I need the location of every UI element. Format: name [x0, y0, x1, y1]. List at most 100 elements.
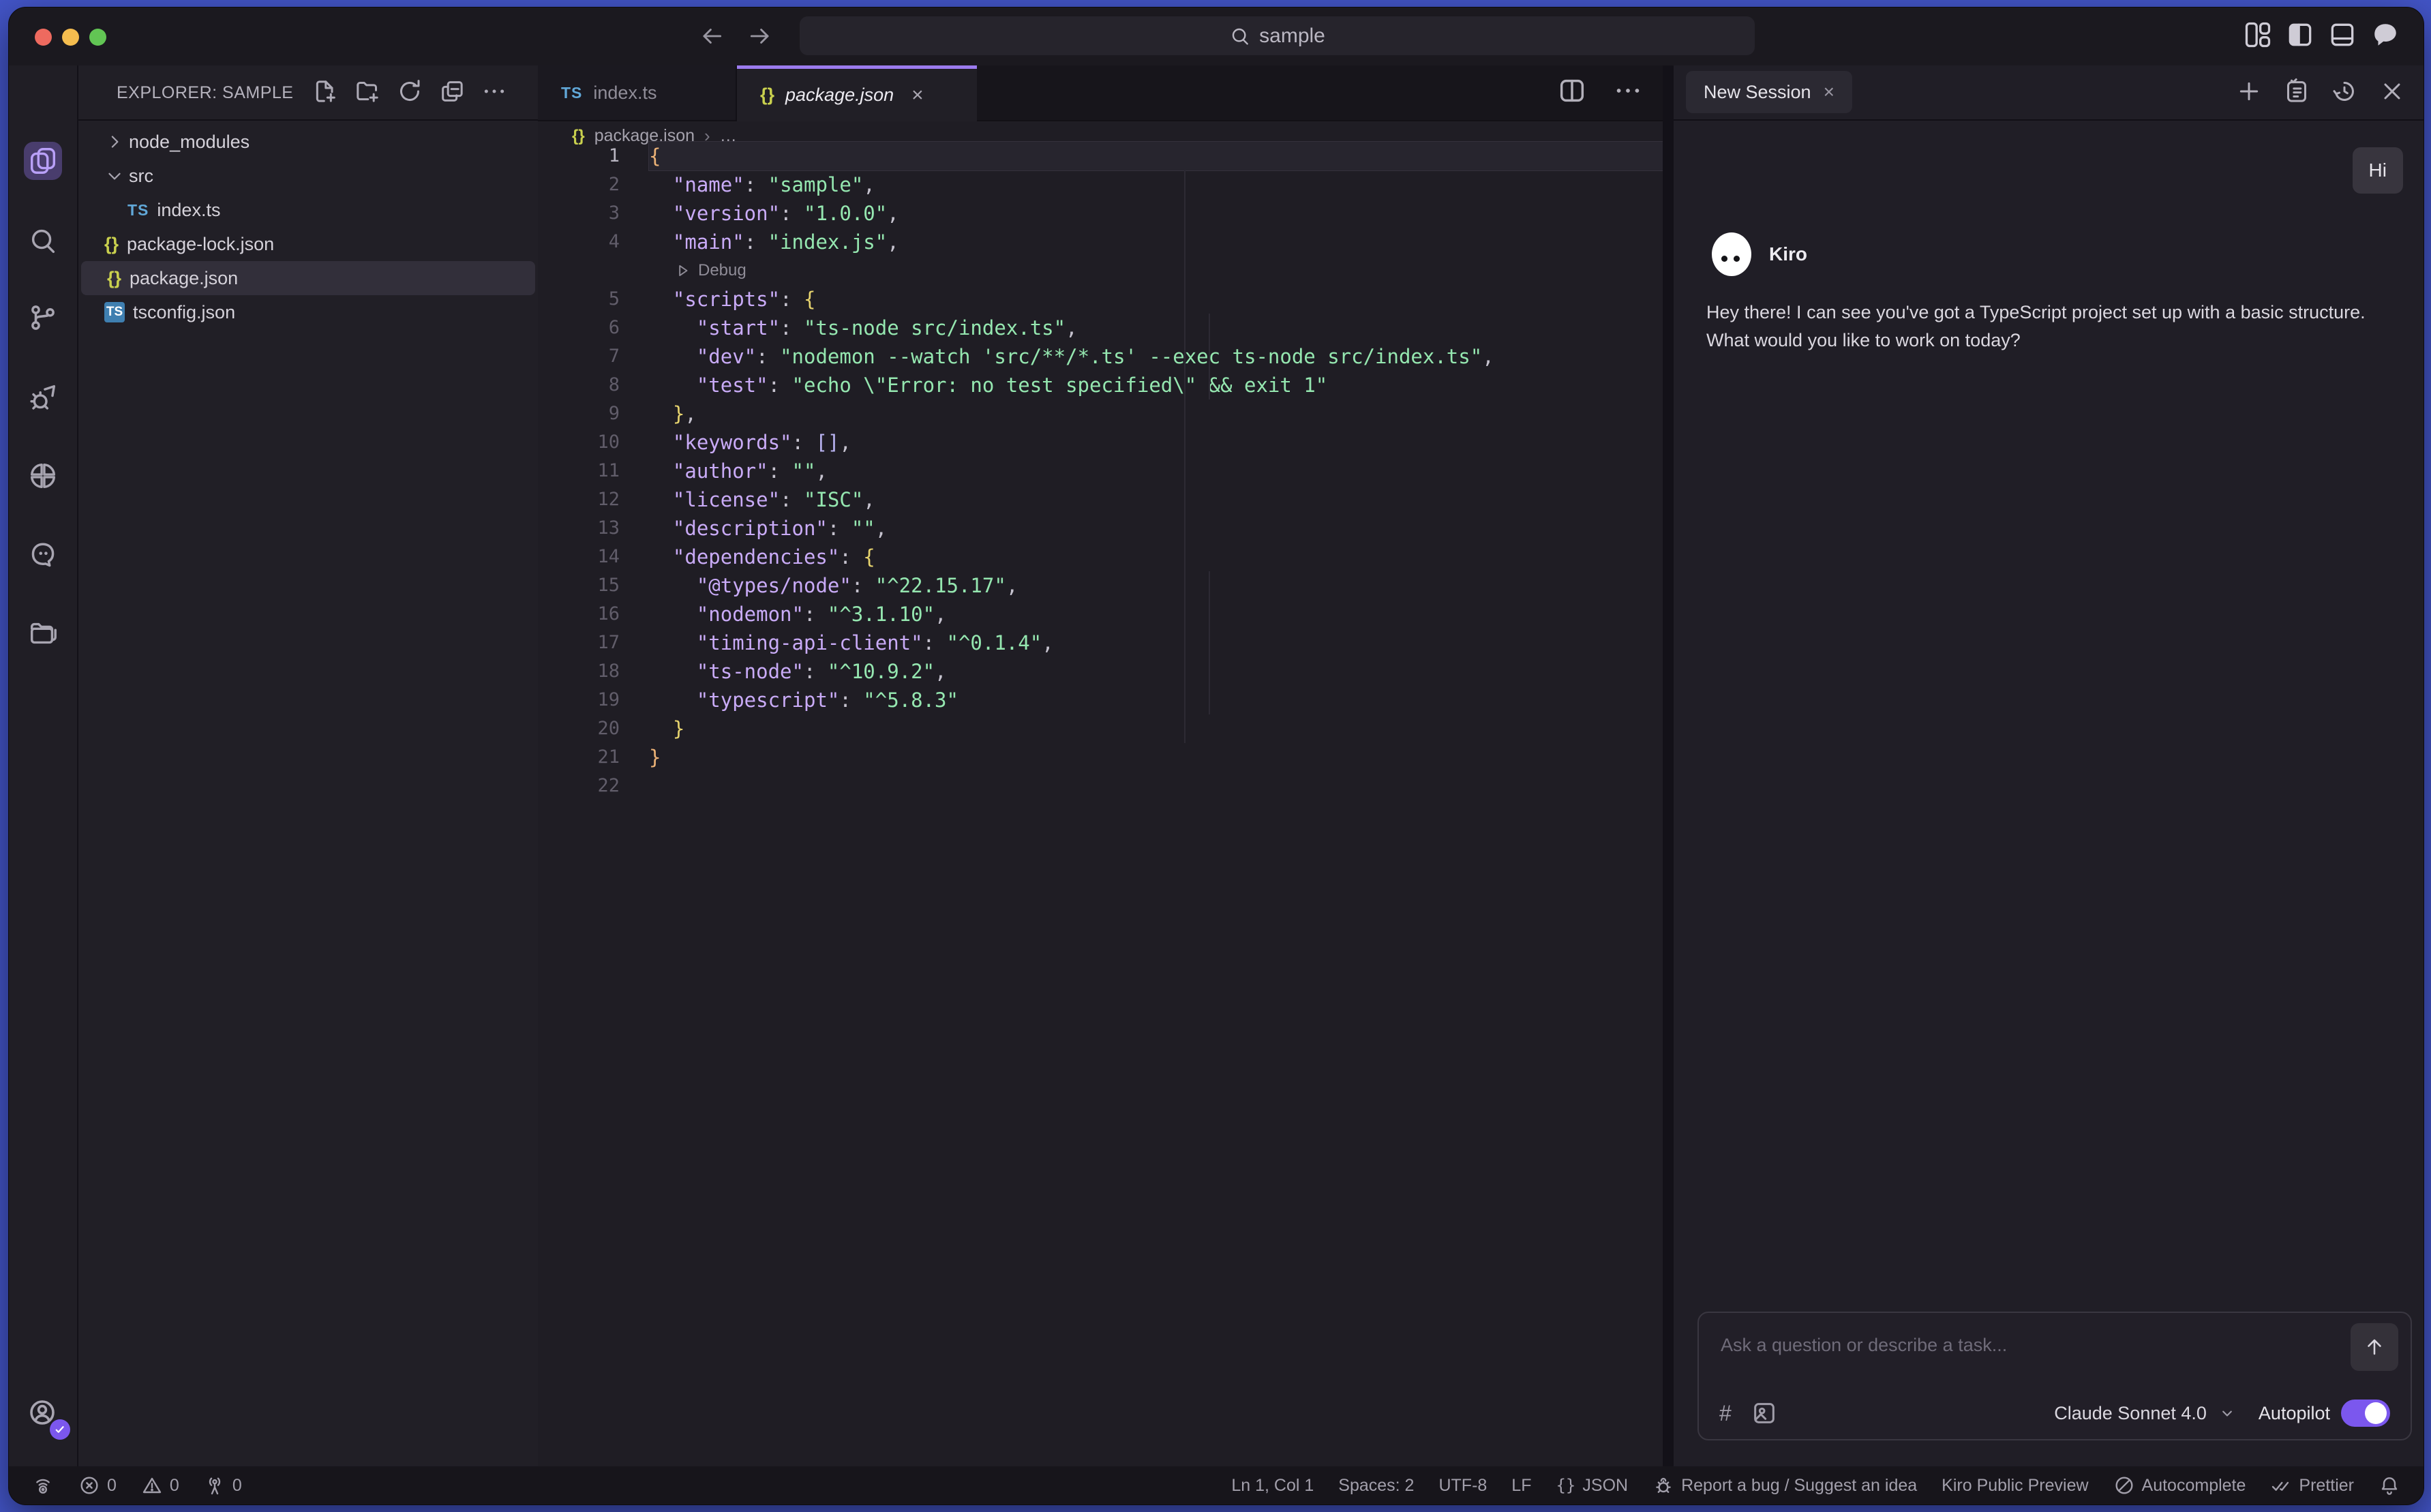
- chevron-down-icon[interactable]: [2218, 1404, 2237, 1423]
- code-line[interactable]: 11 "author": "",: [538, 457, 1663, 485]
- tab-index.ts[interactable]: TSindex.ts: [538, 65, 737, 120]
- history-button[interactable]: [2331, 78, 2358, 105]
- tree-item-tsconfig.json[interactable]: TStsconfig.json: [78, 295, 538, 329]
- autopilot-toggle[interactable]: [2341, 1400, 2390, 1427]
- code-line[interactable]: 8 "test": "echo \"Error: no test specifi…: [538, 371, 1663, 399]
- toggle-sidebar-button[interactable]: [2284, 19, 2316, 50]
- traffic-close-button[interactable]: [35, 29, 52, 46]
- line-number: 7: [538, 342, 620, 371]
- code-line[interactable]: 17 "timing-api-client": "^0.1.4",: [538, 629, 1663, 657]
- traffic-minimize-button[interactable]: [62, 29, 79, 46]
- code-line[interactable]: 3 "version": "1.0.0",: [538, 199, 1663, 228]
- new-session-button[interactable]: [2235, 78, 2263, 105]
- code-line[interactable]: 9 },: [538, 399, 1663, 428]
- tsconfig-file-icon: TS: [104, 302, 125, 322]
- tree-item-src[interactable]: src: [78, 159, 538, 193]
- status-label: UTF-8: [1438, 1476, 1487, 1496]
- traffic-zoom-button[interactable]: [89, 29, 106, 46]
- code-line[interactable]: 2 "name": "sample",: [538, 170, 1663, 199]
- debug-codelens[interactable]: Debug: [649, 256, 1663, 285]
- model-selector[interactable]: Claude Sonnet 4.0: [2054, 1403, 2207, 1424]
- status-indentation[interactable]: Spaces: 2: [1338, 1476, 1414, 1496]
- activity-search[interactable]: [24, 222, 62, 260]
- code-line[interactable]: 21}: [538, 743, 1663, 772]
- code-line[interactable]: 10 "keywords": [],: [538, 428, 1663, 457]
- forward-button[interactable]: [746, 22, 774, 50]
- status-ports-count[interactable]: 0: [204, 1475, 242, 1496]
- tree-item-index.ts[interactable]: TSindex.ts: [78, 193, 538, 227]
- status-prettier[interactable]: Prettier: [2270, 1475, 2354, 1496]
- sidebar-layout-icon: [2285, 20, 2315, 50]
- double-check-icon: [2270, 1475, 2292, 1496]
- activity-extensions[interactable]: [24, 457, 62, 495]
- refresh-button[interactable]: [396, 78, 423, 105]
- code-line[interactable]: 4 "main": "index.js",: [538, 228, 1663, 256]
- status-notifications[interactable]: [2379, 1475, 2400, 1496]
- new-file-button[interactable]: [312, 78, 339, 105]
- code-line[interactable]: 15 "@types/node": "^22.15.17",: [538, 571, 1663, 600]
- codelens-row[interactable]: Debug: [538, 256, 1663, 285]
- code-line[interactable]: 22: [538, 772, 1663, 800]
- status-warnings-count[interactable]: 0: [141, 1475, 179, 1496]
- send-button[interactable]: [2351, 1323, 2398, 1371]
- activity-source-control[interactable]: [24, 299, 62, 337]
- close-panel-button[interactable]: [2379, 78, 2406, 105]
- status-kiro-preview[interactable]: Kiro Public Preview: [1942, 1476, 2088, 1496]
- status-eol[interactable]: LF: [1511, 1476, 1531, 1496]
- code-area[interactable]: 1{2 "name": "sample",3 "version": "1.0.0…: [538, 142, 1663, 800]
- code-line[interactable]: 12 "license": "ISC",: [538, 485, 1663, 514]
- context-hash-button[interactable]: #: [1719, 1401, 1732, 1426]
- status-report-bug[interactable]: Report a bug / Suggest an idea: [1652, 1475, 1917, 1496]
- more-actions-button[interactable]: [481, 78, 508, 105]
- tree-item-label: index.ts: [157, 200, 220, 221]
- panel-separator[interactable]: [1663, 65, 1674, 1466]
- split-editor-button[interactable]: [1556, 75, 1588, 106]
- status-cursor-position[interactable]: Ln 1, Col 1: [1231, 1476, 1314, 1496]
- attach-image-button[interactable]: [1751, 1400, 1778, 1427]
- toggle-panel-button[interactable]: [2327, 19, 2358, 50]
- tab-package.json[interactable]: {}package.json×: [737, 65, 977, 121]
- status-autocomplete[interactable]: Autocomplete: [2113, 1475, 2246, 1496]
- code-line[interactable]: 7 "dev": "nodemon --watch 'src/**/*.ts' …: [538, 342, 1663, 371]
- code-line[interactable]: 1{: [538, 142, 1663, 170]
- code-line-content: "nodemon": "^3.1.10",: [649, 600, 1663, 629]
- activity-account[interactable]: [24, 1395, 62, 1433]
- status-encoding[interactable]: UTF-8: [1438, 1476, 1487, 1496]
- status-errors-count[interactable]: 0: [78, 1475, 117, 1496]
- activity-file-drawer[interactable]: [24, 614, 62, 652]
- session-close-icon[interactable]: ×: [1824, 81, 1834, 103]
- chat-input[interactable]: Ask a question or describe a task... # C…: [1697, 1312, 2412, 1440]
- code-line-content: "description": "",: [649, 514, 1663, 543]
- customize-layout-button[interactable]: [2242, 19, 2274, 50]
- editor-more-actions-button[interactable]: [1612, 75, 1644, 106]
- code-line[interactable]: 18 "ts-node": "^10.9.2",: [538, 657, 1663, 686]
- toggle-chat-button[interactable]: [2370, 19, 2401, 50]
- task-list-button[interactable]: [2283, 78, 2310, 105]
- code-line[interactable]: 6 "start": "ts-node src/index.ts",: [538, 314, 1663, 342]
- code-line[interactable]: 13 "description": "",: [538, 514, 1663, 543]
- line-number: 18: [538, 657, 620, 686]
- code-line[interactable]: 16 "nodemon": "^3.1.10",: [538, 600, 1663, 629]
- activity-kiro-ghost[interactable]: [24, 536, 62, 574]
- tree-item-package-lock.json[interactable]: {}package-lock.json: [78, 227, 538, 261]
- session-tab[interactable]: New Session ×: [1686, 71, 1852, 113]
- tree-item-package.json[interactable]: {}package.json: [81, 261, 535, 295]
- tree-item-node_modules[interactable]: node_modules: [78, 125, 538, 159]
- code-line[interactable]: 5 "scripts": {: [538, 285, 1663, 314]
- collapse-all-button[interactable]: [438, 78, 466, 105]
- command-center-search[interactable]: sample: [800, 16, 1755, 55]
- status-remote-indicator[interactable]: [32, 1475, 54, 1496]
- code-line-content: },: [649, 399, 1663, 428]
- activity-kiro-explorer[interactable]: [24, 142, 62, 180]
- code-line[interactable]: 20 }: [538, 714, 1663, 743]
- tab-close-icon[interactable]: ×: [911, 84, 924, 107]
- indent-guide: [1184, 170, 1186, 743]
- new-folder-button[interactable]: [354, 78, 381, 105]
- chat-header: New Session ×: [1674, 65, 2424, 121]
- code-line[interactable]: 14 "dependencies": {: [538, 543, 1663, 571]
- back-button[interactable]: [698, 22, 725, 50]
- status-language-mode[interactable]: {}JSON: [1556, 1476, 1628, 1496]
- code-line[interactable]: 19 "typescript": "^5.8.3": [538, 686, 1663, 714]
- activity-run-debug[interactable]: [24, 378, 62, 417]
- line-number: 8: [538, 371, 620, 399]
